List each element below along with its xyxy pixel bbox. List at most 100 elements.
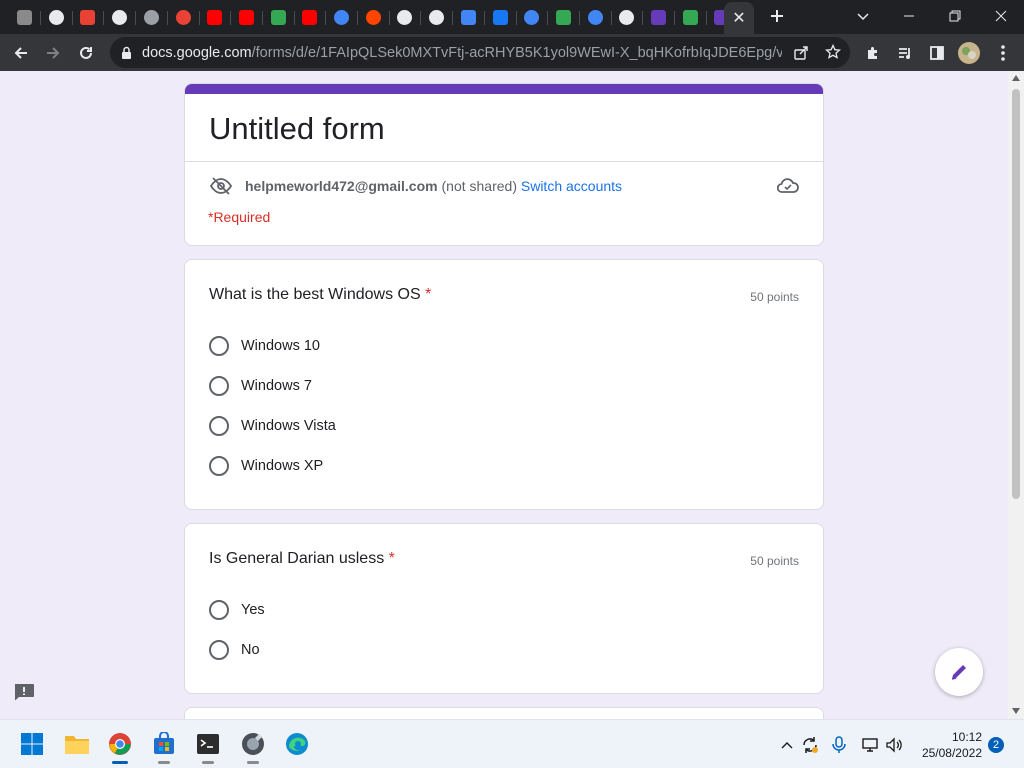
clock[interactable]: 10:12 25/08/2022 <box>914 729 982 761</box>
notification-badge[interactable]: 2 <box>988 737 1004 753</box>
tab-separator <box>452 11 453 25</box>
option-row[interactable]: Windows 7 <box>209 374 312 398</box>
close-window-button[interactable] <box>978 0 1024 32</box>
radio-button[interactable] <box>209 456 229 476</box>
media-control-button[interactable] <box>890 38 920 68</box>
address-bar[interactable]: docs.google.com/forms/d/e/1FAIpQLSek0MXT… <box>110 37 850 68</box>
radio-button[interactable] <box>209 376 229 396</box>
browser-tab[interactable] <box>457 6 479 28</box>
browser-tab[interactable] <box>615 6 637 28</box>
browser-tab[interactable] <box>362 6 384 28</box>
new-tab-button[interactable] <box>754 0 800 32</box>
browser-tab[interactable] <box>108 6 130 28</box>
scrollbar-thumb[interactable] <box>1012 89 1020 499</box>
network-tray-icon[interactable] <box>861 736 879 754</box>
side-panel-button[interactable] <box>922 38 952 68</box>
browser-tab[interactable] <box>647 6 669 28</box>
puzzle-icon <box>868 47 877 59</box>
question-card: Is General Darian usless * 50 points Yes… <box>184 523 824 694</box>
form-page: Untitled form helpmeworld472@gmail.com (… <box>0 71 1024 719</box>
radio-button[interactable] <box>209 640 229 660</box>
bookmark-star-icon[interactable] <box>825 44 841 60</box>
option-label[interactable]: Windows 7 <box>241 378 312 394</box>
clock-time[interactable]: 10:12 <box>914 729 982 745</box>
option-row[interactable]: Windows XP <box>209 454 323 478</box>
browser-tab[interactable] <box>298 6 320 28</box>
question-card: What is the best Windows OS * 50 points … <box>184 259 824 510</box>
radio-button[interactable] <box>209 336 229 356</box>
tab-separator <box>642 11 643 25</box>
close-tab-icon[interactable]: ✕ <box>732 8 745 28</box>
option-label[interactable]: Windows Vista <box>241 418 336 434</box>
edge-button[interactable] <box>283 730 311 758</box>
show-hidden-icons[interactable] <box>778 736 796 754</box>
url-text[interactable]: docs.google.com/forms/d/e/1FAIpQLSek0MXT… <box>142 45 782 61</box>
lock-icon[interactable] <box>121 46 132 59</box>
browser-tab[interactable] <box>489 6 511 28</box>
browser-tab[interactable] <box>267 6 289 28</box>
feedback-icon[interactable] <box>13 683 35 701</box>
scroll-down-icon[interactable] <box>1012 708 1020 714</box>
share-icon[interactable] <box>794 45 809 60</box>
youtube-icon <box>301 9 317 25</box>
vertical-scrollbar[interactable] <box>1008 71 1024 719</box>
store-button[interactable] <box>150 730 178 764</box>
minimize-button[interactable] <box>886 0 932 32</box>
tab-separator <box>484 11 485 25</box>
browser-tab[interactable] <box>552 6 574 28</box>
forms-icon <box>650 9 666 25</box>
terminal-button[interactable] <box>194 730 222 764</box>
clock-date[interactable]: 25/08/2022 <box>914 745 982 761</box>
browser-tab[interactable] <box>330 6 352 28</box>
browser-tab[interactable] <box>13 6 35 28</box>
required-note: *Required <box>208 209 271 225</box>
option-label[interactable]: Windows 10 <box>241 338 320 354</box>
browser-tab[interactable] <box>425 6 447 28</box>
more-vert-icon <box>1001 45 1005 61</box>
browser-tab[interactable] <box>172 6 194 28</box>
browser-tab[interactable] <box>679 6 701 28</box>
option-row[interactable]: Windows Vista <box>209 414 336 438</box>
radio-button[interactable] <box>209 600 229 620</box>
reload-button[interactable] <box>71 38 101 68</box>
option-label[interactable]: Yes <box>241 602 265 618</box>
active-tab[interactable]: ✕ <box>724 2 754 34</box>
plus-icon <box>771 10 783 22</box>
browser-tab[interactable] <box>45 6 67 28</box>
profile-avatar[interactable] <box>954 38 984 68</box>
back-button[interactable] <box>6 38 36 68</box>
scroll-up-icon[interactable] <box>1012 75 1020 81</box>
microphone-tray-icon[interactable] <box>830 736 848 754</box>
browser-tab[interactable] <box>520 6 542 28</box>
start-button[interactable] <box>18 730 46 758</box>
forward-button[interactable] <box>38 38 68 68</box>
browser-tab[interactable] <box>584 6 606 28</box>
browser-tab[interactable] <box>235 6 257 28</box>
chrome-menu-button[interactable] <box>988 38 1018 68</box>
sync-tray-icon[interactable] <box>801 736 819 754</box>
browser-tab[interactable] <box>203 6 225 28</box>
chrome-taskbar-button[interactable] <box>106 730 134 764</box>
browser-tab[interactable] <box>76 6 98 28</box>
option-row[interactable]: No <box>209 638 260 662</box>
globe-icon <box>143 9 159 25</box>
file-explorer-button[interactable] <box>63 730 91 758</box>
browser-tab[interactable] <box>140 6 162 28</box>
switch-accounts-link[interactable]: Switch accounts <box>521 178 622 194</box>
restore-button[interactable] <box>932 0 978 32</box>
tab-search-button[interactable] <box>840 0 886 32</box>
option-label[interactable]: Windows XP <box>241 458 323 474</box>
option-row[interactable]: Yes <box>209 598 265 622</box>
volume-tray-icon[interactable] <box>885 736 903 754</box>
option-row[interactable]: Windows 10 <box>209 334 320 358</box>
browser-tab[interactable] <box>393 6 415 28</box>
docs-icon <box>460 9 476 25</box>
settings-app-button[interactable] <box>239 730 267 764</box>
minimize-icon <box>904 15 914 17</box>
edit-fab-button[interactable] <box>935 648 983 696</box>
radio-button[interactable] <box>209 416 229 436</box>
points-label: 50 points <box>750 290 799 304</box>
tab-separator <box>420 11 421 25</box>
extensions-button[interactable] <box>858 38 888 68</box>
option-label[interactable]: No <box>241 642 260 658</box>
